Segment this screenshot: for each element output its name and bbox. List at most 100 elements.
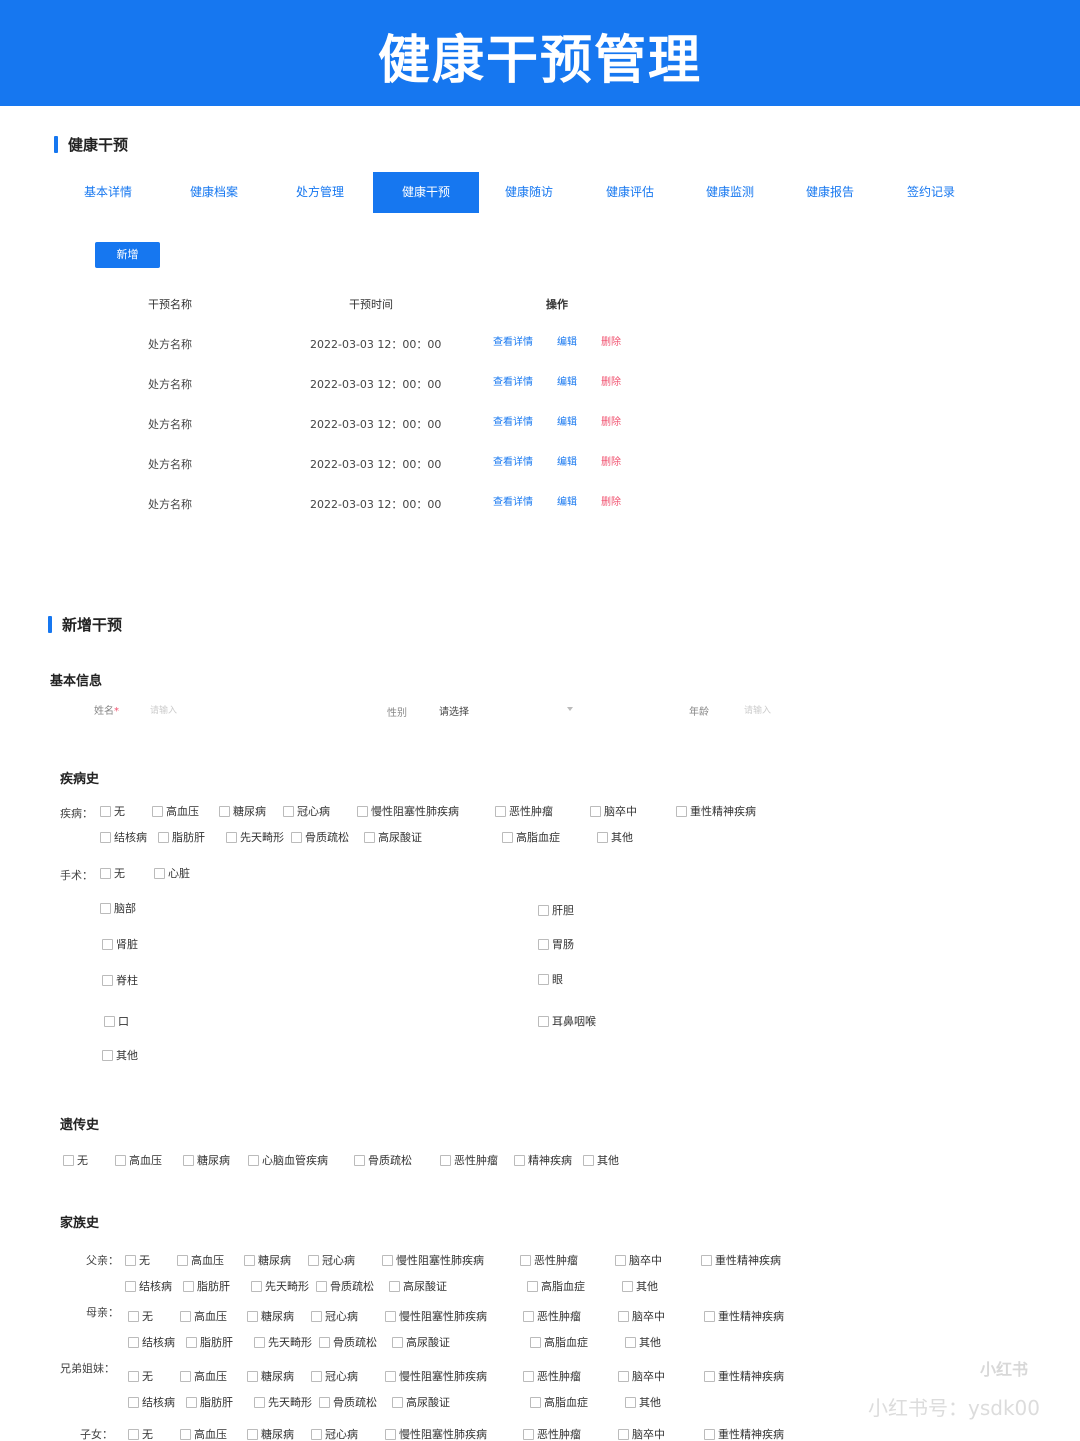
mother-option-11[interactable]: 骨质疏松 — [319, 1336, 377, 1349]
father-option-11[interactable]: 骨质疏松 — [316, 1280, 374, 1293]
mother-option-12[interactable]: 高尿酸证 — [392, 1336, 450, 1349]
father-option-6[interactable]: 脑卒中 — [615, 1254, 662, 1267]
edit-link[interactable]: 编辑 — [557, 453, 577, 468]
siblings-option-5[interactable]: 恶性肿瘤 — [523, 1370, 581, 1383]
siblings-option-8[interactable]: 结核病 — [128, 1396, 175, 1409]
siblings-option-0[interactable]: 无 — [128, 1370, 153, 1383]
father-option-10[interactable]: 先天畸形 — [251, 1280, 309, 1293]
disease-option-9[interactable]: 脂肪肝 — [158, 831, 205, 844]
delete-link[interactable]: 删除 — [601, 373, 621, 388]
disease-option-8[interactable]: 结核病 — [100, 831, 147, 844]
siblings-option-9[interactable]: 脂肪肝 — [186, 1396, 233, 1409]
children-option-3[interactable]: 冠心病 — [311, 1428, 358, 1441]
tab-3[interactable]: 处方管理 — [267, 172, 373, 213]
siblings-option-12[interactable]: 高尿酸证 — [392, 1396, 450, 1409]
delete-link[interactable]: 删除 — [601, 333, 621, 348]
father-option-12[interactable]: 高尿酸证 — [389, 1280, 447, 1293]
surgery-option-0[interactable]: 无 — [100, 867, 125, 880]
father-option-13[interactable]: 高脂血症 — [527, 1280, 585, 1293]
age-input[interactable]: 请输入 — [744, 703, 771, 716]
mother-option-8[interactable]: 结核病 — [128, 1336, 175, 1349]
view-details-link[interactable]: 查看详情 — [493, 413, 533, 428]
edit-link[interactable]: 编辑 — [557, 413, 577, 428]
disease-option-7[interactable]: 重性精神疾病 — [676, 805, 756, 818]
father-option-4[interactable]: 慢性阻塞性肺疾病 — [382, 1254, 484, 1267]
father-option-7[interactable]: 重性精神疾病 — [701, 1254, 781, 1267]
siblings-option-6[interactable]: 脑卒中 — [618, 1370, 665, 1383]
tab-9[interactable]: 签约记录 — [878, 172, 984, 213]
surgery-option-9[interactable]: 耳鼻咽喉 — [538, 1015, 596, 1028]
tab-6[interactable]: 健康评估 — [577, 172, 683, 213]
father-option-2[interactable]: 糖尿病 — [244, 1254, 291, 1267]
mother-option-7[interactable]: 重性精神疾病 — [704, 1310, 784, 1323]
chevron-down-icon[interactable] — [567, 707, 573, 711]
father-option-14[interactable]: 其他 — [622, 1280, 658, 1293]
tab-4[interactable]: 健康干预 — [373, 172, 479, 213]
view-details-link[interactable]: 查看详情 — [493, 453, 533, 468]
surgery-option-4[interactable]: 肾脏 — [102, 938, 138, 951]
surgery-option-7[interactable]: 眼 — [538, 973, 563, 986]
genetic-option-7[interactable]: 其他 — [583, 1154, 619, 1167]
delete-link[interactable]: 删除 — [601, 453, 621, 468]
siblings-option-1[interactable]: 高血压 — [180, 1370, 227, 1383]
delete-link[interactable]: 删除 — [601, 493, 621, 508]
disease-option-6[interactable]: 脑卒中 — [590, 805, 637, 818]
disease-option-1[interactable]: 高血压 — [152, 805, 199, 818]
name-input[interactable]: 请输入 — [150, 703, 177, 716]
disease-option-2[interactable]: 糖尿病 — [219, 805, 266, 818]
view-details-link[interactable]: 查看详情 — [493, 493, 533, 508]
surgery-option-8[interactable]: 口 — [104, 1015, 129, 1028]
children-option-1[interactable]: 高血压 — [180, 1428, 227, 1441]
disease-option-13[interactable]: 高脂血症 — [502, 831, 560, 844]
mother-option-2[interactable]: 糖尿病 — [247, 1310, 294, 1323]
mother-option-9[interactable]: 脂肪肝 — [186, 1336, 233, 1349]
mother-option-5[interactable]: 恶性肿瘤 — [523, 1310, 581, 1323]
tab-2[interactable]: 健康档案 — [161, 172, 267, 213]
mother-option-10[interactable]: 先天畸形 — [254, 1336, 312, 1349]
genetic-option-4[interactable]: 骨质疏松 — [354, 1154, 412, 1167]
edit-link[interactable]: 编辑 — [557, 333, 577, 348]
edit-link[interactable]: 编辑 — [557, 493, 577, 508]
surgery-option-3[interactable]: 肝胆 — [538, 904, 574, 917]
disease-option-10[interactable]: 先天畸形 — [226, 831, 284, 844]
siblings-option-7[interactable]: 重性精神疾病 — [704, 1370, 784, 1383]
mother-option-3[interactable]: 冠心病 — [311, 1310, 358, 1323]
tab-7[interactable]: 健康监测 — [677, 172, 783, 213]
children-option-2[interactable]: 糖尿病 — [247, 1428, 294, 1441]
father-option-9[interactable]: 脂肪肝 — [183, 1280, 230, 1293]
add-intervention-button[interactable]: 新增 — [95, 242, 160, 268]
edit-link[interactable]: 编辑 — [557, 373, 577, 388]
siblings-option-10[interactable]: 先天畸形 — [254, 1396, 312, 1409]
mother-option-4[interactable]: 慢性阻塞性肺疾病 — [385, 1310, 487, 1323]
gender-select[interactable]: 请选择 — [439, 703, 469, 718]
disease-option-5[interactable]: 恶性肿瘤 — [495, 805, 553, 818]
surgery-option-5[interactable]: 胃肠 — [538, 938, 574, 951]
siblings-option-14[interactable]: 其他 — [625, 1396, 661, 1409]
genetic-option-6[interactable]: 精神疾病 — [514, 1154, 572, 1167]
view-details-link[interactable]: 查看详情 — [493, 373, 533, 388]
siblings-option-3[interactable]: 冠心病 — [311, 1370, 358, 1383]
mother-option-1[interactable]: 高血压 — [180, 1310, 227, 1323]
tab-5[interactable]: 健康随访 — [476, 172, 582, 213]
genetic-option-2[interactable]: 糖尿病 — [183, 1154, 230, 1167]
genetic-option-5[interactable]: 恶性肿瘤 — [440, 1154, 498, 1167]
surgery-option-10[interactable]: 其他 — [102, 1049, 138, 1062]
surgery-option-2[interactable]: 脑部 — [100, 902, 136, 915]
children-option-4[interactable]: 慢性阻塞性肺疾病 — [385, 1428, 487, 1441]
tab-8[interactable]: 健康报告 — [777, 172, 883, 213]
disease-option-14[interactable]: 其他 — [597, 831, 633, 844]
mother-option-6[interactable]: 脑卒中 — [618, 1310, 665, 1323]
view-details-link[interactable]: 查看详情 — [493, 333, 533, 348]
genetic-option-0[interactable]: 无 — [63, 1154, 88, 1167]
siblings-option-4[interactable]: 慢性阻塞性肺疾病 — [385, 1370, 487, 1383]
surgery-option-1[interactable]: 心脏 — [154, 867, 190, 880]
father-option-1[interactable]: 高血压 — [177, 1254, 224, 1267]
disease-option-4[interactable]: 慢性阻塞性肺疾病 — [357, 805, 459, 818]
children-option-5[interactable]: 恶性肿瘤 — [523, 1428, 581, 1441]
siblings-option-2[interactable]: 糖尿病 — [247, 1370, 294, 1383]
mother-option-0[interactable]: 无 — [128, 1310, 153, 1323]
father-option-3[interactable]: 冠心病 — [308, 1254, 355, 1267]
disease-option-11[interactable]: 骨质疏松 — [291, 831, 349, 844]
mother-option-13[interactable]: 高脂血症 — [530, 1336, 588, 1349]
disease-option-0[interactable]: 无 — [100, 805, 125, 818]
